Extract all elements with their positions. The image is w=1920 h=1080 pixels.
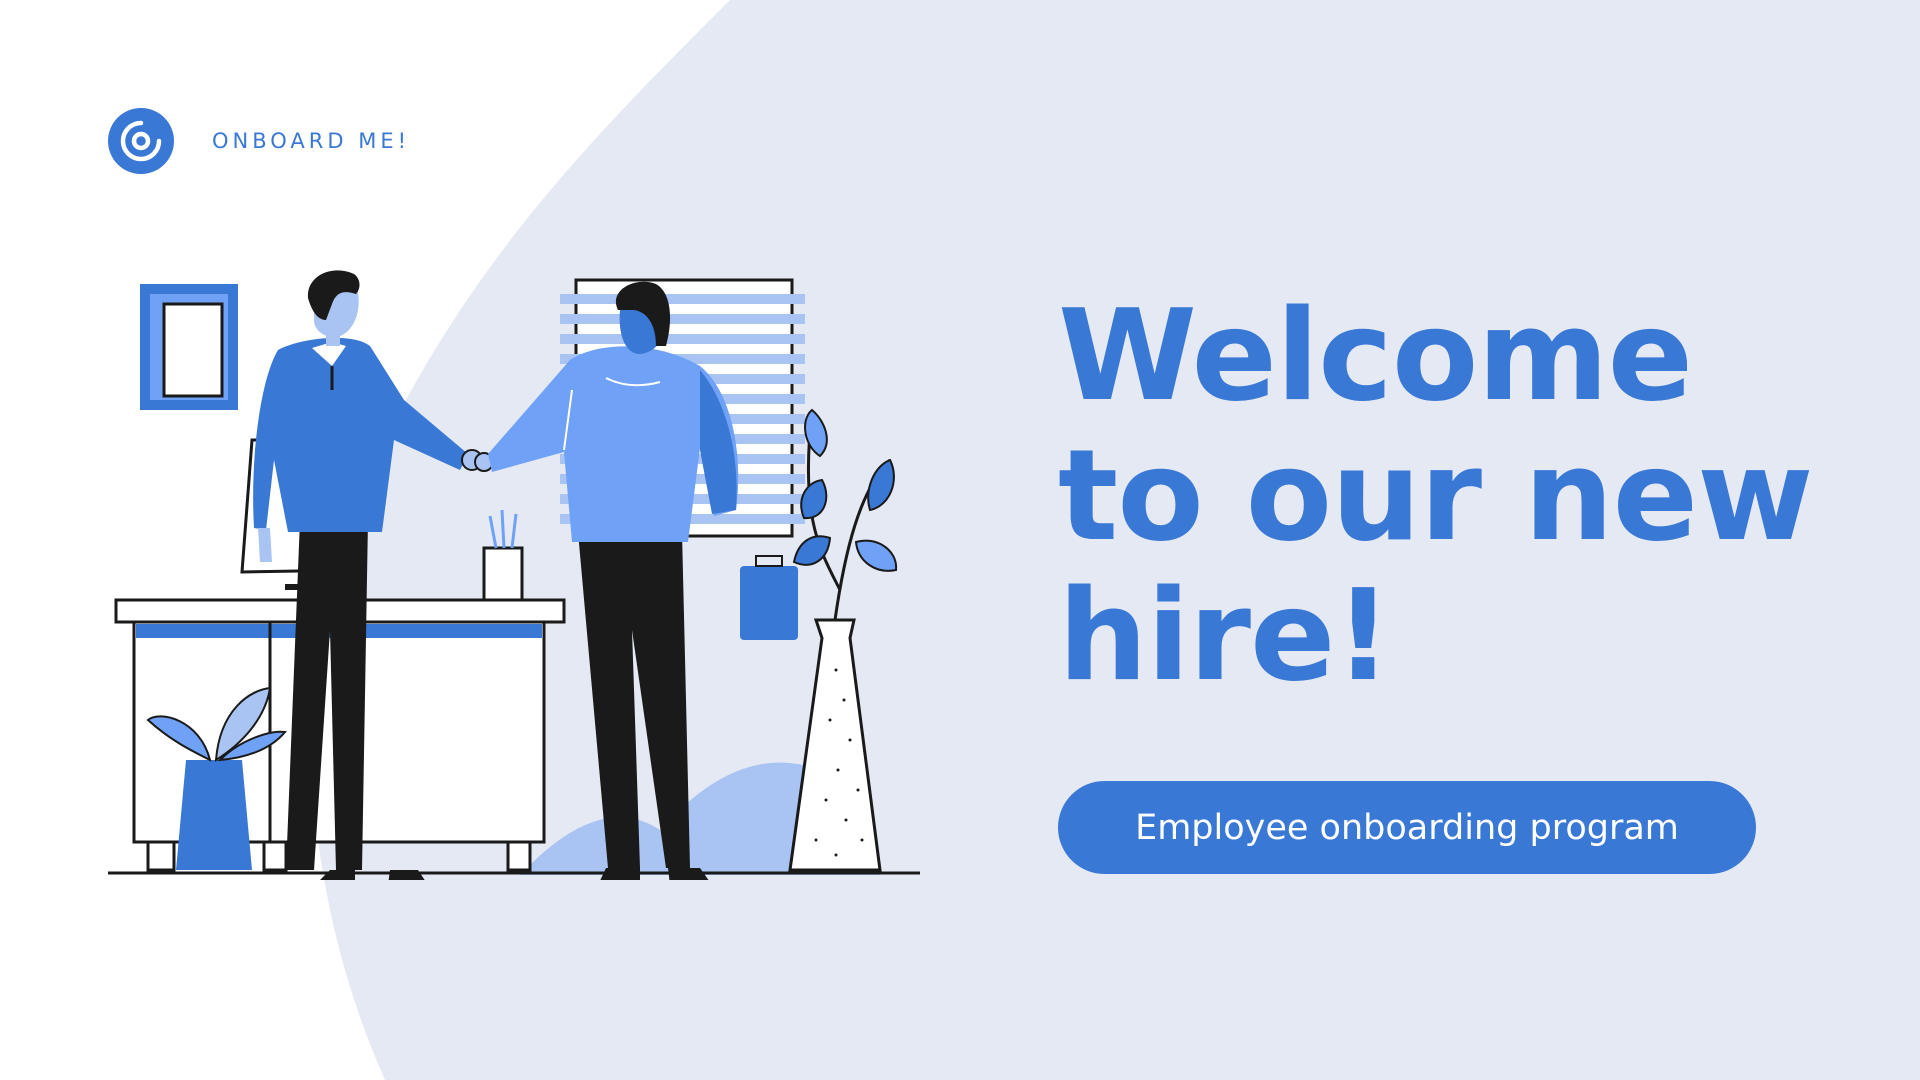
employee-onboarding-program-button[interactable]: Employee onboarding program — [1058, 781, 1756, 874]
headline: Welcome to our new hire! — [1058, 282, 1814, 709]
handshake-office-scene-icon — [108, 270, 920, 880]
pen-holder — [482, 509, 524, 602]
brand: ONBOARD ME! — [108, 108, 410, 174]
vase-plant — [788, 408, 898, 872]
wall-frame — [140, 284, 238, 410]
concentric-circle-logo-icon — [108, 108, 174, 174]
brand-name: ONBOARD ME! — [212, 129, 411, 153]
handshake — [461, 449, 494, 472]
